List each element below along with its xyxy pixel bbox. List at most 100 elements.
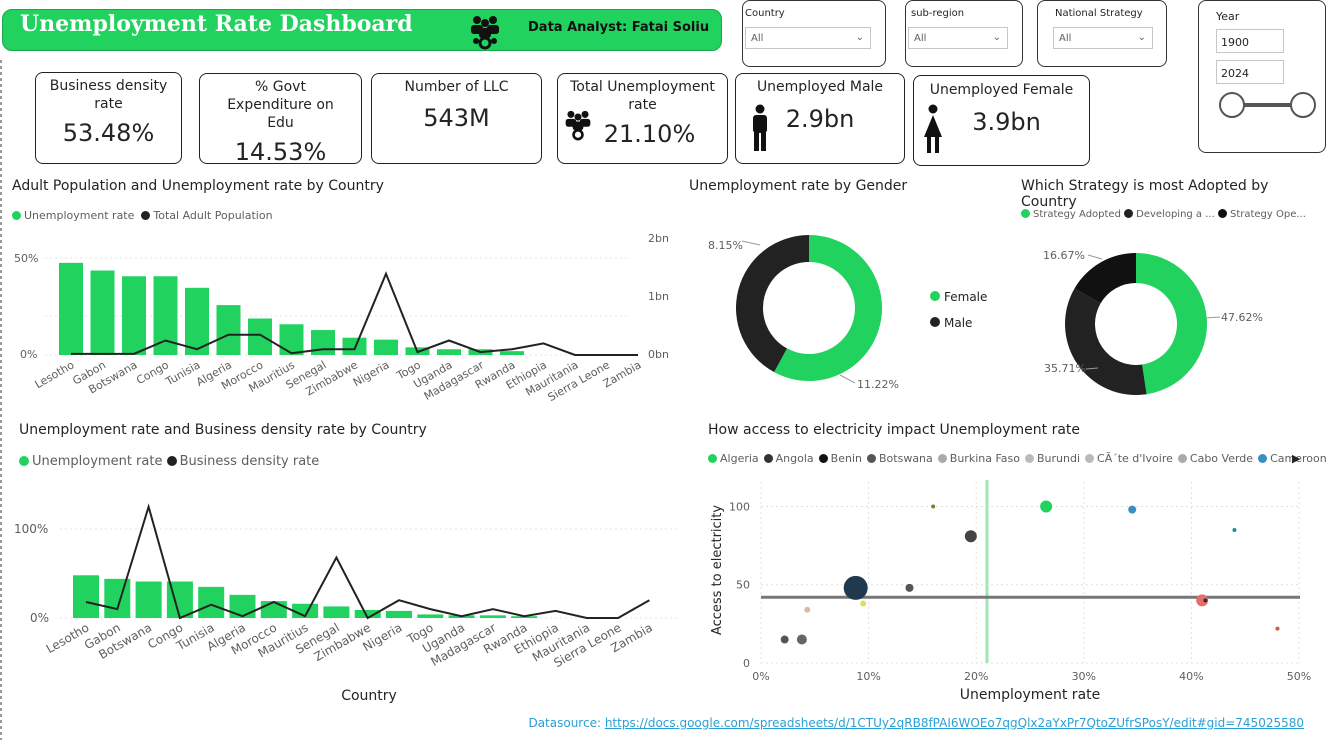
- label-leader: [839, 374, 856, 384]
- x-tick-label: 30%: [1072, 670, 1096, 683]
- data-label: 47.62%: [1221, 311, 1263, 324]
- chart5-scatter: 0% 10% 20% 30% 40% 50% 100 50 0 Unemployment rate…: [710, 480, 1311, 703]
- kpi-unemployed-male: Unemployed Male 2.9bn: [735, 73, 905, 164]
- legend-dot: [867, 454, 876, 463]
- chart1-combo: 50%0%2bn1bn0bnLesothoGabonBotswanaCongoT…: [14, 232, 669, 404]
- bar: [500, 351, 524, 355]
- scatter-point: [804, 606, 811, 613]
- legend-label: Burundi: [1036, 452, 1081, 465]
- kpi-value: 543M: [423, 104, 490, 132]
- year-range-start-handle[interactable]: [1219, 92, 1245, 118]
- country-slicer-label: Country: [745, 8, 785, 19]
- chart2-donut: 8.15% 11.22% Female Male: [708, 235, 987, 391]
- legend-dot-male: [930, 317, 940, 327]
- legend-dot: [19, 456, 29, 466]
- scatter-point: [843, 575, 868, 600]
- bar: [104, 578, 131, 618]
- kpi-label: Number of LLC: [404, 79, 509, 95]
- y-tick-label: 0: [743, 657, 750, 670]
- label-leader: [1087, 254, 1103, 260]
- y-axis-title: Access to electricity: [710, 505, 725, 635]
- year-from-input[interactable]: 1900: [1216, 29, 1284, 53]
- bar: [135, 581, 162, 618]
- country-dropdown[interactable]: All ⌄: [745, 27, 871, 49]
- bar: [229, 594, 256, 618]
- year-range-end-handle[interactable]: [1290, 92, 1316, 118]
- scatter-point: [1275, 626, 1280, 631]
- kpi-total-unemployment: Total Unemployment rate 21.10%: [557, 73, 728, 164]
- chart1-title: Adult Population and Unemployment rate b…: [12, 178, 384, 194]
- bar: [216, 305, 241, 355]
- scatter-point: [964, 530, 977, 543]
- x-tick-label: 50%: [1287, 670, 1311, 683]
- bar: [342, 337, 367, 355]
- legend-dot: [1085, 454, 1095, 463]
- kpi-label: Unemployed Male: [756, 79, 884, 95]
- legend-label-male: Male: [944, 316, 972, 330]
- scatter-point: [931, 504, 936, 509]
- bar: [90, 270, 115, 355]
- strategy-slicer: National Strategy All ⌄: [1037, 0, 1167, 67]
- bar: [279, 324, 304, 355]
- bar: [479, 615, 506, 618]
- scatter-point: [780, 635, 789, 644]
- donut-slice: [1136, 253, 1207, 395]
- y-tick-label: 100: [729, 500, 750, 513]
- subregion-dropdown-value: All: [914, 33, 927, 44]
- x-tick-label: Tunisia: [163, 358, 203, 389]
- scatter-point: [860, 600, 867, 607]
- bar: [386, 610, 412, 618]
- label-leader: [1205, 316, 1221, 319]
- y-tick-label: 100%: [14, 522, 48, 536]
- legend-dot: [1217, 209, 1227, 218]
- legend-label: CÃ´te d'Ivoire: [1097, 452, 1173, 465]
- bar: [417, 614, 444, 618]
- year-slicer: Year 1900 2024: [1198, 0, 1326, 153]
- bar: [73, 575, 99, 618]
- country-dropdown-value: All: [751, 33, 764, 44]
- team-icon: [468, 14, 502, 54]
- y2-tick-label: 0bn: [648, 348, 669, 361]
- scatter-point: [1040, 500, 1053, 513]
- legend-dot: [937, 454, 947, 463]
- datasource-link[interactable]: https://docs.google.com/spreadsheets/d/1…: [605, 716, 1304, 730]
- strategy-dropdown[interactable]: All ⌄: [1053, 27, 1153, 49]
- bar: [374, 339, 398, 355]
- donut-slice: [736, 235, 809, 373]
- y-tick-label: 50: [736, 579, 750, 592]
- legend-dot: [1177, 454, 1187, 463]
- x-tick-label: 0%: [752, 670, 769, 683]
- chart3-title: Which Strategy is most Adopted by Countr…: [1021, 178, 1269, 210]
- year-to-input[interactable]: 2024: [1216, 60, 1284, 84]
- kpi-business-density: Business density rate 53.48%: [35, 72, 182, 164]
- data-label: 35.71%: [1044, 362, 1086, 375]
- strategy-dropdown-value: All: [1059, 33, 1072, 44]
- bar: [59, 262, 83, 355]
- x-axis-title: Country: [341, 688, 397, 704]
- kpi-label: Unemployed Female: [929, 82, 1074, 98]
- datasource: Datasource: https://docs.google.com/spre…: [528, 716, 1304, 730]
- bar: [248, 318, 272, 355]
- chart3-legend: Strategy Adopted Developing a ... Strate…: [1021, 209, 1306, 220]
- subregion-dropdown[interactable]: All ⌄: [908, 27, 1008, 49]
- subregion-slicer: sub-region All ⌄: [905, 0, 1023, 67]
- legend-next-arrow-icon[interactable]: ▶: [1292, 452, 1300, 465]
- data-label: 16.67%: [1043, 249, 1085, 262]
- legend-dot: [1024, 454, 1034, 463]
- bar: [260, 601, 287, 618]
- kpi-label: % Govt Expenditure on Edu: [227, 79, 334, 131]
- legend-dot: [763, 454, 773, 463]
- legend-label: Unemployment rate: [24, 209, 135, 222]
- year-slicer-label: Year: [1216, 10, 1240, 23]
- y-tick-label: 0%: [30, 611, 49, 625]
- chevron-down-icon: ⌄: [992, 32, 1001, 43]
- team-icon: [563, 108, 593, 146]
- chart4-combo: 100%0%LesothoGabonBotswanaCongoTunisiaAl…: [14, 503, 680, 704]
- male-icon: [750, 104, 770, 156]
- legend-label: Business density rate: [179, 454, 320, 469]
- legend-dot: [12, 211, 21, 220]
- bar: [198, 586, 225, 618]
- x-tick-label: Lesotho: [33, 358, 77, 391]
- legend-label: Botswana: [879, 452, 933, 465]
- kpi-value: 53.48%: [62, 119, 155, 147]
